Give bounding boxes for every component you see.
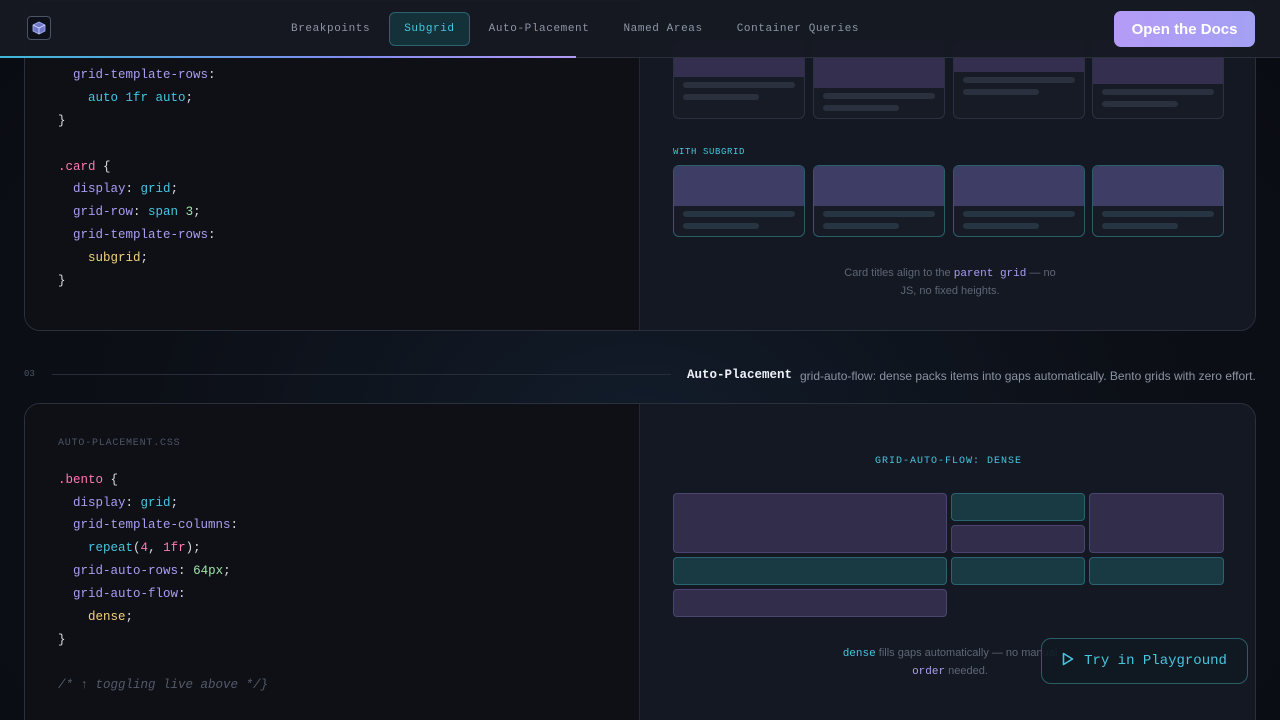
scroll-progress-bar <box>0 56 576 58</box>
nav-tab-breakpoints[interactable]: Breakpoints <box>276 12 385 46</box>
code-line: grid-template-rows: <box>73 68 216 82</box>
top-nav-bar: Breakpoints Subgrid Auto-Placement Named… <box>0 0 1280 58</box>
code-line: repeat(4, 1fr); <box>88 541 201 555</box>
code-line: grid-auto-flow: <box>73 587 186 601</box>
code-line: display: grid; <box>73 182 179 196</box>
bento-tile <box>951 525 1085 553</box>
code-line: display: grid; <box>73 496 179 510</box>
open-docs-button[interactable]: Open the Docs <box>1114 11 1255 47</box>
card-with-subgrid <box>673 165 805 237</box>
bento-tile <box>1089 557 1224 585</box>
code-line: .card { <box>58 160 111 174</box>
bento-tile <box>673 589 947 617</box>
section-title: Auto-Placement <box>687 368 793 382</box>
bento-tile <box>1089 493 1224 553</box>
section-divider <box>52 374 671 375</box>
code-line: subgrid; <box>88 251 149 265</box>
nav-tab-container-queries[interactable]: Container Queries <box>722 12 874 46</box>
bento-caption: dense fills gaps automatically — no manu… <box>842 647 1058 678</box>
bento-tile <box>673 493 947 553</box>
code-line: } <box>58 274 66 288</box>
bento-tile <box>951 557 1085 585</box>
try-button-label: Try in Playground <box>1084 653 1227 669</box>
nav-tab-auto-placement[interactable]: Auto-Placement <box>474 12 605 46</box>
card-with-subgrid <box>1092 165 1224 237</box>
subgrid-caption: Card titles align to the parent grid — n… <box>844 267 1056 297</box>
code-line: } <box>58 633 66 647</box>
auto-placement-code-block: AUTO-PLACEMENT.CSS .bento { display: gri… <box>25 404 640 720</box>
section-nav: Breakpoints Subgrid Auto-Placement Named… <box>276 12 874 46</box>
card-with-subgrid <box>813 165 945 237</box>
code-line: } <box>58 114 66 128</box>
nav-tab-subgrid[interactable]: Subgrid <box>389 12 470 46</box>
bento-tile <box>951 493 1085 521</box>
code-comment: /* ↑ toggling live above */} <box>58 678 269 692</box>
section-number: 03 <box>24 369 35 379</box>
logo-cube-icon[interactable] <box>27 16 51 40</box>
card-with-subgrid <box>953 165 1085 237</box>
section-description: grid-auto-flow: dense packs items into g… <box>800 369 1256 383</box>
code-line: .bento { <box>58 473 119 487</box>
code-line: grid-row: span 3; <box>73 205 201 219</box>
file-name-label: AUTO-PLACEMENT.CSS <box>58 438 181 449</box>
code-line: auto 1fr auto; <box>88 91 194 105</box>
code-line: grid-auto-rows: 64px; <box>73 564 231 578</box>
with-subgrid-label: WITH SUBGRID <box>673 147 746 157</box>
code-line: grid-template-rows: <box>73 228 216 242</box>
play-icon <box>1062 652 1074 671</box>
grid-auto-flow-label: GRID-AUTO-FLOW: DENSE <box>874 456 1023 467</box>
code-line: grid-template-columns: <box>73 518 239 532</box>
bento-tile <box>673 557 947 585</box>
code-line: dense; <box>88 610 134 624</box>
nav-tab-named-areas[interactable]: Named Areas <box>608 12 717 46</box>
try-in-playground-button[interactable]: Try in Playground <box>1041 638 1248 684</box>
